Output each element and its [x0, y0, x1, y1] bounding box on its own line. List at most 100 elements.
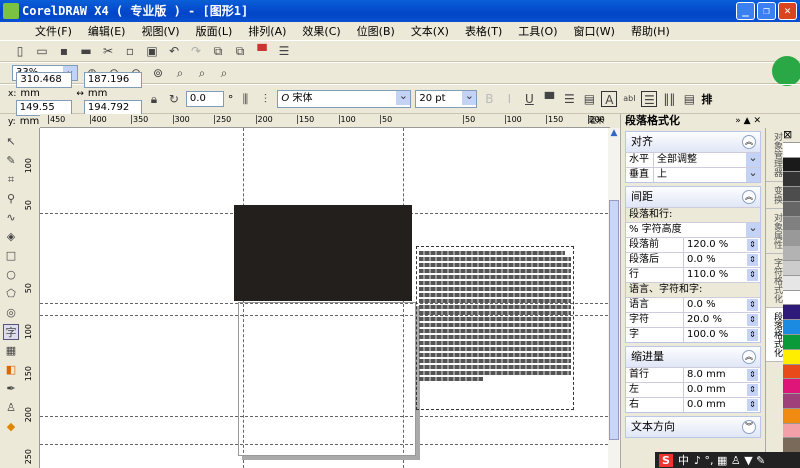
new-icon[interactable]: ▯ [12, 43, 28, 59]
vertical-scrollbar[interactable]: ▲ [608, 128, 620, 468]
color-swatch[interactable] [783, 438, 800, 454]
menu-item[interactable]: 版面(L) [188, 23, 241, 39]
spinner-icon[interactable]: ⇕ [747, 314, 758, 326]
width-field[interactable]: 187.196 mm [83, 71, 142, 99]
save-icon[interactable]: ▪ [56, 43, 72, 59]
color-swatch[interactable] [783, 187, 800, 202]
menu-item[interactable]: 工具(O) [510, 23, 565, 39]
spinner-icon[interactable]: ⇕ [747, 369, 758, 381]
rotation-field[interactable]: 0.0 [185, 91, 224, 107]
mirror-h-icon[interactable]: ⫼ [237, 91, 253, 107]
menu-item[interactable]: 编辑(E) [80, 23, 134, 39]
shape-tool-icon[interactable]: ✎ [3, 153, 19, 169]
row-value-field[interactable]: 全部调整 [654, 153, 760, 167]
polygon-tool-icon[interactable]: ⬠ [3, 286, 19, 302]
text-tool-icon[interactable]: 字 [3, 324, 19, 340]
docker-controls[interactable]: » ▲ ✕ [735, 114, 761, 128]
font-select[interactable]: O 宋体 [277, 90, 412, 108]
vertical-text-icon[interactable]: ‖‖ [661, 91, 677, 107]
menu-item[interactable]: 效果(C) [294, 23, 348, 39]
row-value-field[interactable]: 0.0 % ⇕ [684, 298, 760, 312]
undo-icon[interactable]: ↶ [166, 43, 182, 59]
color-swatch[interactable] [783, 172, 800, 188]
char-format-icon[interactable]: A [601, 91, 618, 107]
color-swatch[interactable] [783, 349, 800, 365]
zoom-height-icon[interactable]: ⌕ [216, 65, 232, 81]
zoom-width-icon[interactable]: ⌕ [194, 65, 210, 81]
expand-icon[interactable]: ︾ [742, 420, 756, 434]
color-swatch[interactable] [783, 305, 800, 321]
color-swatch[interactable] [783, 290, 800, 306]
spinner-icon[interactable]: ⇕ [747, 254, 758, 266]
spinner-icon[interactable]: ⇕ [747, 399, 758, 411]
eyedropper-icon[interactable]: ✒ [3, 381, 19, 397]
spinner-icon[interactable]: ⇕ [747, 299, 758, 311]
row-value-field[interactable]: 100.0 % ⇕ [684, 328, 760, 342]
basic-shapes-icon[interactable]: ◎ [3, 305, 19, 321]
vertical-ruler[interactable]: 100 50 50 100 150 200 250 [22, 128, 40, 468]
ellipse-tool-icon[interactable]: ○ [3, 267, 19, 283]
sogou-icon[interactable]: S [659, 453, 673, 467]
print-icon[interactable]: ▬ [78, 43, 94, 59]
export-icon[interactable]: ⧉ [232, 43, 248, 59]
docker-tab[interactable]: 对象管理器 [766, 128, 784, 182]
menu-item[interactable]: 表格(T) [457, 23, 510, 39]
table-tool-icon[interactable]: ▦ [3, 343, 19, 359]
freehand-tool-icon[interactable]: ∿ [3, 210, 19, 226]
color-swatch[interactable] [783, 231, 800, 247]
row-value-field[interactable]: 0.0 mm ⇕ [684, 398, 760, 412]
paragraph-text-frame[interactable] [416, 246, 574, 410]
ime-mode[interactable]: 中 [678, 452, 689, 468]
row-value-field[interactable]: 0.0 mm ⇕ [684, 383, 760, 397]
filled-rectangle[interactable] [234, 205, 412, 301]
maximize-button[interactable]: ❐ [757, 2, 776, 20]
crop-tool-icon[interactable]: ⌗ [3, 172, 19, 188]
row-value-field[interactable]: 8.0 mm ⇕ [684, 368, 760, 382]
spinner-icon[interactable]: ⇕ [747, 239, 758, 251]
color-swatch[interactable] [783, 334, 800, 350]
row-value-field[interactable]: 0.0 % ⇕ [684, 253, 760, 267]
fill-tool-icon[interactable]: ◆ [3, 419, 19, 435]
collapse-icon[interactable]: ︽ [742, 190, 756, 204]
color-swatch[interactable] [783, 364, 800, 380]
horizontal-ruler[interactable]: 450 400 350 300 250 200 150 100 50 50 100 150 200 毫米 [40, 114, 610, 128]
menu-item[interactable]: 文件(F) [27, 23, 80, 39]
text-direction-section[interactable]: 文本方向 ︾ [625, 416, 761, 438]
zoom-page-icon[interactable]: ⌕ [172, 65, 188, 81]
edit-text-icon[interactable]: abI [621, 91, 637, 107]
zoom-all-icon[interactable]: ⊚ [150, 65, 166, 81]
collapse-icon[interactable]: ︽ [742, 350, 756, 364]
align-icon[interactable]: ▀ [541, 91, 557, 107]
import-icon[interactable]: ⧉ [210, 43, 226, 59]
color-swatch[interactable] [783, 423, 800, 439]
docker-tab[interactable]: 段落格式化 [766, 308, 784, 362]
spinner-icon[interactable]: ⇕ [747, 384, 758, 396]
row-value-field[interactable]: 20.0 % ⇕ [684, 313, 760, 327]
menu-item[interactable]: 窗口(W) [566, 23, 623, 39]
interactive-tool-icon[interactable]: ◧ [3, 362, 19, 378]
ime-punct-icon[interactable]: ♪ °, ▦ ♙ ▼ ✎ [694, 454, 765, 467]
menu-item[interactable]: 位图(B) [349, 23, 403, 39]
publish-icon[interactable]: ▀ [254, 43, 270, 59]
collapse-icon[interactable]: ︽ [742, 135, 756, 149]
spinner-icon[interactable]: ⇕ [747, 329, 758, 341]
italic-icon[interactable]: I [501, 91, 517, 107]
spinner-icon[interactable]: ⇕ [747, 269, 758, 281]
copy-icon[interactable]: ▫ [122, 43, 138, 59]
color-swatch[interactable] [783, 379, 800, 395]
color-swatch[interactable] [783, 216, 800, 232]
color-swatch[interactable] [783, 261, 800, 276]
color-swatch[interactable] [783, 320, 800, 335]
color-swatch[interactable] [783, 246, 800, 262]
outline-tool-icon[interactable]: ♙ [3, 400, 19, 416]
close-button[interactable]: ✕ [778, 2, 797, 20]
color-swatch[interactable] [783, 157, 800, 173]
row-value-field[interactable]: 110.0 % ⇕ [684, 268, 760, 282]
menu-item[interactable]: 帮助(H) [623, 23, 678, 39]
docker-tab[interactable]: 对象属性 [766, 209, 784, 254]
lock-ratio-icon[interactable]: 🔒︎ [146, 91, 162, 107]
rectangle-tool-icon[interactable]: □ [3, 248, 19, 264]
horizontal-text-icon[interactable]: ☰ [641, 91, 658, 107]
bold-icon[interactable]: B [481, 91, 497, 107]
drawing-canvas[interactable] [40, 128, 608, 468]
